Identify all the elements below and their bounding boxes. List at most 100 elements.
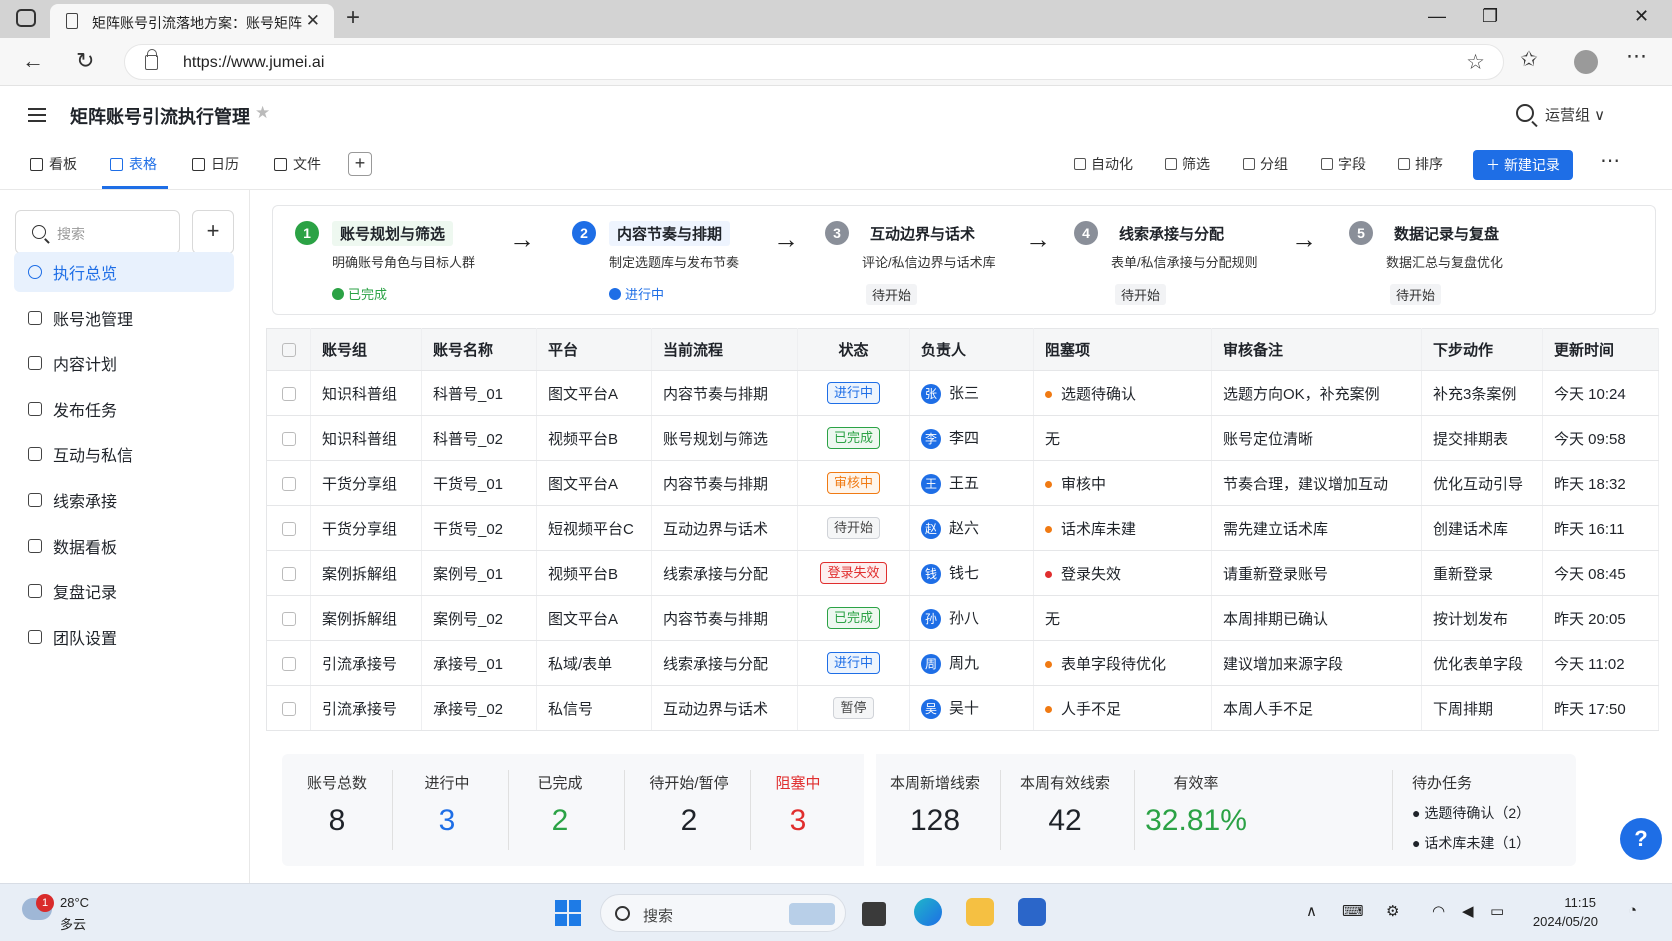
cell-account-name[interactable]: 案例号_02 (421, 595, 537, 641)
cell-current-flow[interactable]: 内容节奏与排期 (651, 370, 798, 416)
cell-block[interactable]: 话术库未建 (1033, 505, 1212, 551)
menu-icon[interactable] (28, 108, 46, 110)
cell-review-note[interactable]: 节奏合理，建议增加互动 (1211, 460, 1422, 506)
cell-account-name[interactable]: 案例号_01 (421, 550, 537, 596)
cell-owner[interactable]: 李李四 (909, 415, 1034, 461)
cell-status[interactable]: 登录失效 (797, 550, 910, 596)
windows-start-icon[interactable] (555, 900, 581, 926)
cell-review-note[interactable]: 需先建立话术库 (1211, 505, 1422, 551)
row-checkbox[interactable] (266, 550, 311, 596)
cell-platform[interactable]: 私信号 (536, 685, 652, 731)
cell-next-action[interactable]: 按计划发布 (1421, 595, 1543, 641)
todo-item[interactable]: ● 话术库未建（1） (1412, 833, 1530, 853)
select-all-checkbox[interactable] (266, 328, 311, 371)
cell-owner[interactable]: 赵赵六 (909, 505, 1034, 551)
cell-updated[interactable]: 昨天 20:05 (1542, 595, 1659, 641)
col-updated[interactable]: 更新时间 (1542, 328, 1659, 371)
add-view-button[interactable]: + (348, 152, 372, 176)
sidebar-add-button[interactable]: + (192, 210, 234, 254)
cell-status[interactable]: 进行中 (797, 640, 910, 686)
cell-account-group[interactable]: 引流承接号 (310, 640, 422, 686)
cell-owner[interactable]: 吴吴十 (909, 685, 1034, 731)
help-button[interactable]: ? (1620, 818, 1662, 860)
cell-review-note[interactable]: 账号定位清晰 (1211, 415, 1422, 461)
table-row[interactable]: 引流承接号 承接号_02 私信号 互动边界与话术 暂停 吴吴十 人手不足 本周人手不足 下周排期… (266, 685, 1659, 731)
cell-account-group[interactable]: 案例拆解组 (310, 550, 422, 596)
row-checkbox[interactable] (266, 505, 311, 551)
wifi-icon[interactable]: ◠ (1432, 902, 1445, 920)
col-owner[interactable]: 负责人 (909, 328, 1034, 371)
cell-account-name[interactable]: 承接号_02 (421, 685, 537, 731)
window-menu-icon[interactable] (16, 9, 36, 27)
notification-bell-icon[interactable]: ◔ (1628, 902, 1637, 919)
tab-files[interactable]: 文件 (274, 154, 321, 174)
col-block[interactable]: 阻塞项 (1033, 328, 1212, 371)
row-checkbox[interactable] (266, 415, 311, 461)
cell-block[interactable]: 无 (1033, 415, 1212, 461)
browser-menu-icon[interactable]: ⋯ (1626, 44, 1647, 69)
cell-updated[interactable]: 今天 10:24 (1542, 370, 1659, 416)
cell-next-action[interactable]: 重新登录 (1421, 550, 1543, 596)
cell-updated[interactable]: 昨天 18:32 (1542, 460, 1659, 506)
row-checkbox[interactable] (266, 370, 311, 416)
browser-tab[interactable]: 矩阵账号引流落地方案：账号矩阵 ✕ (50, 4, 334, 38)
table-row[interactable]: 案例拆解组 案例号_01 视频平台B 线索承接与分配 登录失效钱钱七 登录失效 请重新登录账… (266, 550, 1659, 596)
more-icon[interactable]: ⋯ (1600, 148, 1621, 173)
cell-updated[interactable]: 今天 08:45 (1542, 550, 1659, 596)
file-explorer-icon[interactable] (966, 898, 994, 926)
cell-current-flow[interactable]: 线索承接与分配 (651, 550, 798, 596)
cell-updated[interactable]: 今天 11:02 (1542, 640, 1659, 686)
cell-platform[interactable]: 图文平台A (536, 595, 652, 641)
task-view-icon[interactable] (862, 902, 886, 926)
back-icon[interactable]: ← (22, 48, 44, 74)
cell-account-group[interactable]: 干货分享组 (310, 460, 422, 506)
profile-avatar[interactable] (1574, 50, 1598, 74)
cell-account-group[interactable]: 案例拆解组 (310, 595, 422, 641)
cell-platform[interactable]: 图文平台A (536, 370, 652, 416)
cell-next-action[interactable]: 补充3条案例 (1421, 370, 1543, 416)
cell-review-note[interactable]: 建议增加来源字段 (1211, 640, 1422, 686)
sidebar-item-publish-tasks[interactable]: 发布任务 (14, 389, 234, 429)
cell-account-name[interactable]: 科普号_02 (421, 415, 537, 461)
cell-account-name[interactable]: 干货号_01 (421, 460, 537, 506)
cell-platform[interactable]: 视频平台B (536, 415, 652, 461)
cell-updated[interactable]: 昨天 16:11 (1542, 505, 1659, 551)
search-icon[interactable] (1516, 104, 1534, 122)
cell-account-name[interactable]: 干货号_02 (421, 505, 537, 551)
minimize-icon[interactable]: — (1428, 6, 1446, 27)
sidebar-item-account-pool[interactable]: 账号池管理 (14, 298, 234, 338)
col-status[interactable]: 状态 (797, 328, 910, 371)
cell-status[interactable]: 暂停 (797, 685, 910, 731)
cell-current-flow[interactable]: 线索承接与分配 (651, 640, 798, 686)
col-account-group[interactable]: 账号组 (310, 328, 422, 371)
clock-date[interactable]: 2024/05/20 (1528, 914, 1598, 929)
restore-icon[interactable]: ❐ (1482, 6, 1498, 27)
cell-current-flow[interactable]: 互动边界与话术 (651, 505, 798, 551)
group-button[interactable]: 分组 (1243, 154, 1288, 174)
input-method-icon[interactable]: ⌨ (1342, 902, 1364, 920)
row-checkbox[interactable] (266, 640, 311, 686)
sidebar-search-input[interactable]: 搜索 (15, 210, 180, 254)
table-row[interactable]: 知识科普组 科普号_02 视频平台B 账号规划与筛选 已完成李李四无账号定位清晰 提交排期… (266, 415, 1659, 461)
edge-browser-icon[interactable] (914, 898, 942, 926)
cell-owner[interactable]: 孙孙八 (909, 595, 1034, 641)
cell-owner[interactable]: 王王五 (909, 460, 1034, 506)
sidebar-item-leads[interactable]: 线索承接 (14, 480, 234, 520)
cell-block[interactable]: 表单字段待优化 (1033, 640, 1212, 686)
group-selector[interactable]: 运营组 ∨ (1545, 104, 1605, 125)
table-row[interactable]: 干货分享组 干货号_02 短视频平台C 互动边界与话术 待开始 赵赵六 话术库未建 需先建立话… (266, 505, 1659, 551)
cell-status[interactable]: 待开始 (797, 505, 910, 551)
cell-owner[interactable]: 张张三 (909, 370, 1034, 416)
cell-review-note[interactable]: 本周人手不足 (1211, 685, 1422, 731)
col-account-name[interactable]: 账号名称 (421, 328, 537, 371)
cell-current-flow[interactable]: 内容节奏与排期 (651, 460, 798, 506)
cell-platform[interactable]: 视频平台B (536, 550, 652, 596)
refresh-icon[interactable]: ↻ (76, 48, 94, 74)
cell-account-group[interactable]: 干货分享组 (310, 505, 422, 551)
cell-updated[interactable]: 昨天 17:50 (1542, 685, 1659, 731)
cell-account-group[interactable]: 知识科普组 (310, 370, 422, 416)
cell-status[interactable]: 已完成 (797, 595, 910, 641)
cell-current-flow[interactable]: 内容节奏与排期 (651, 595, 798, 641)
table-row[interactable]: 知识科普组 科普号_01 图文平台A 内容节奏与排期 进行中 张张三 选题待确认 选题方向OK… (266, 370, 1659, 416)
row-checkbox[interactable] (266, 685, 311, 731)
